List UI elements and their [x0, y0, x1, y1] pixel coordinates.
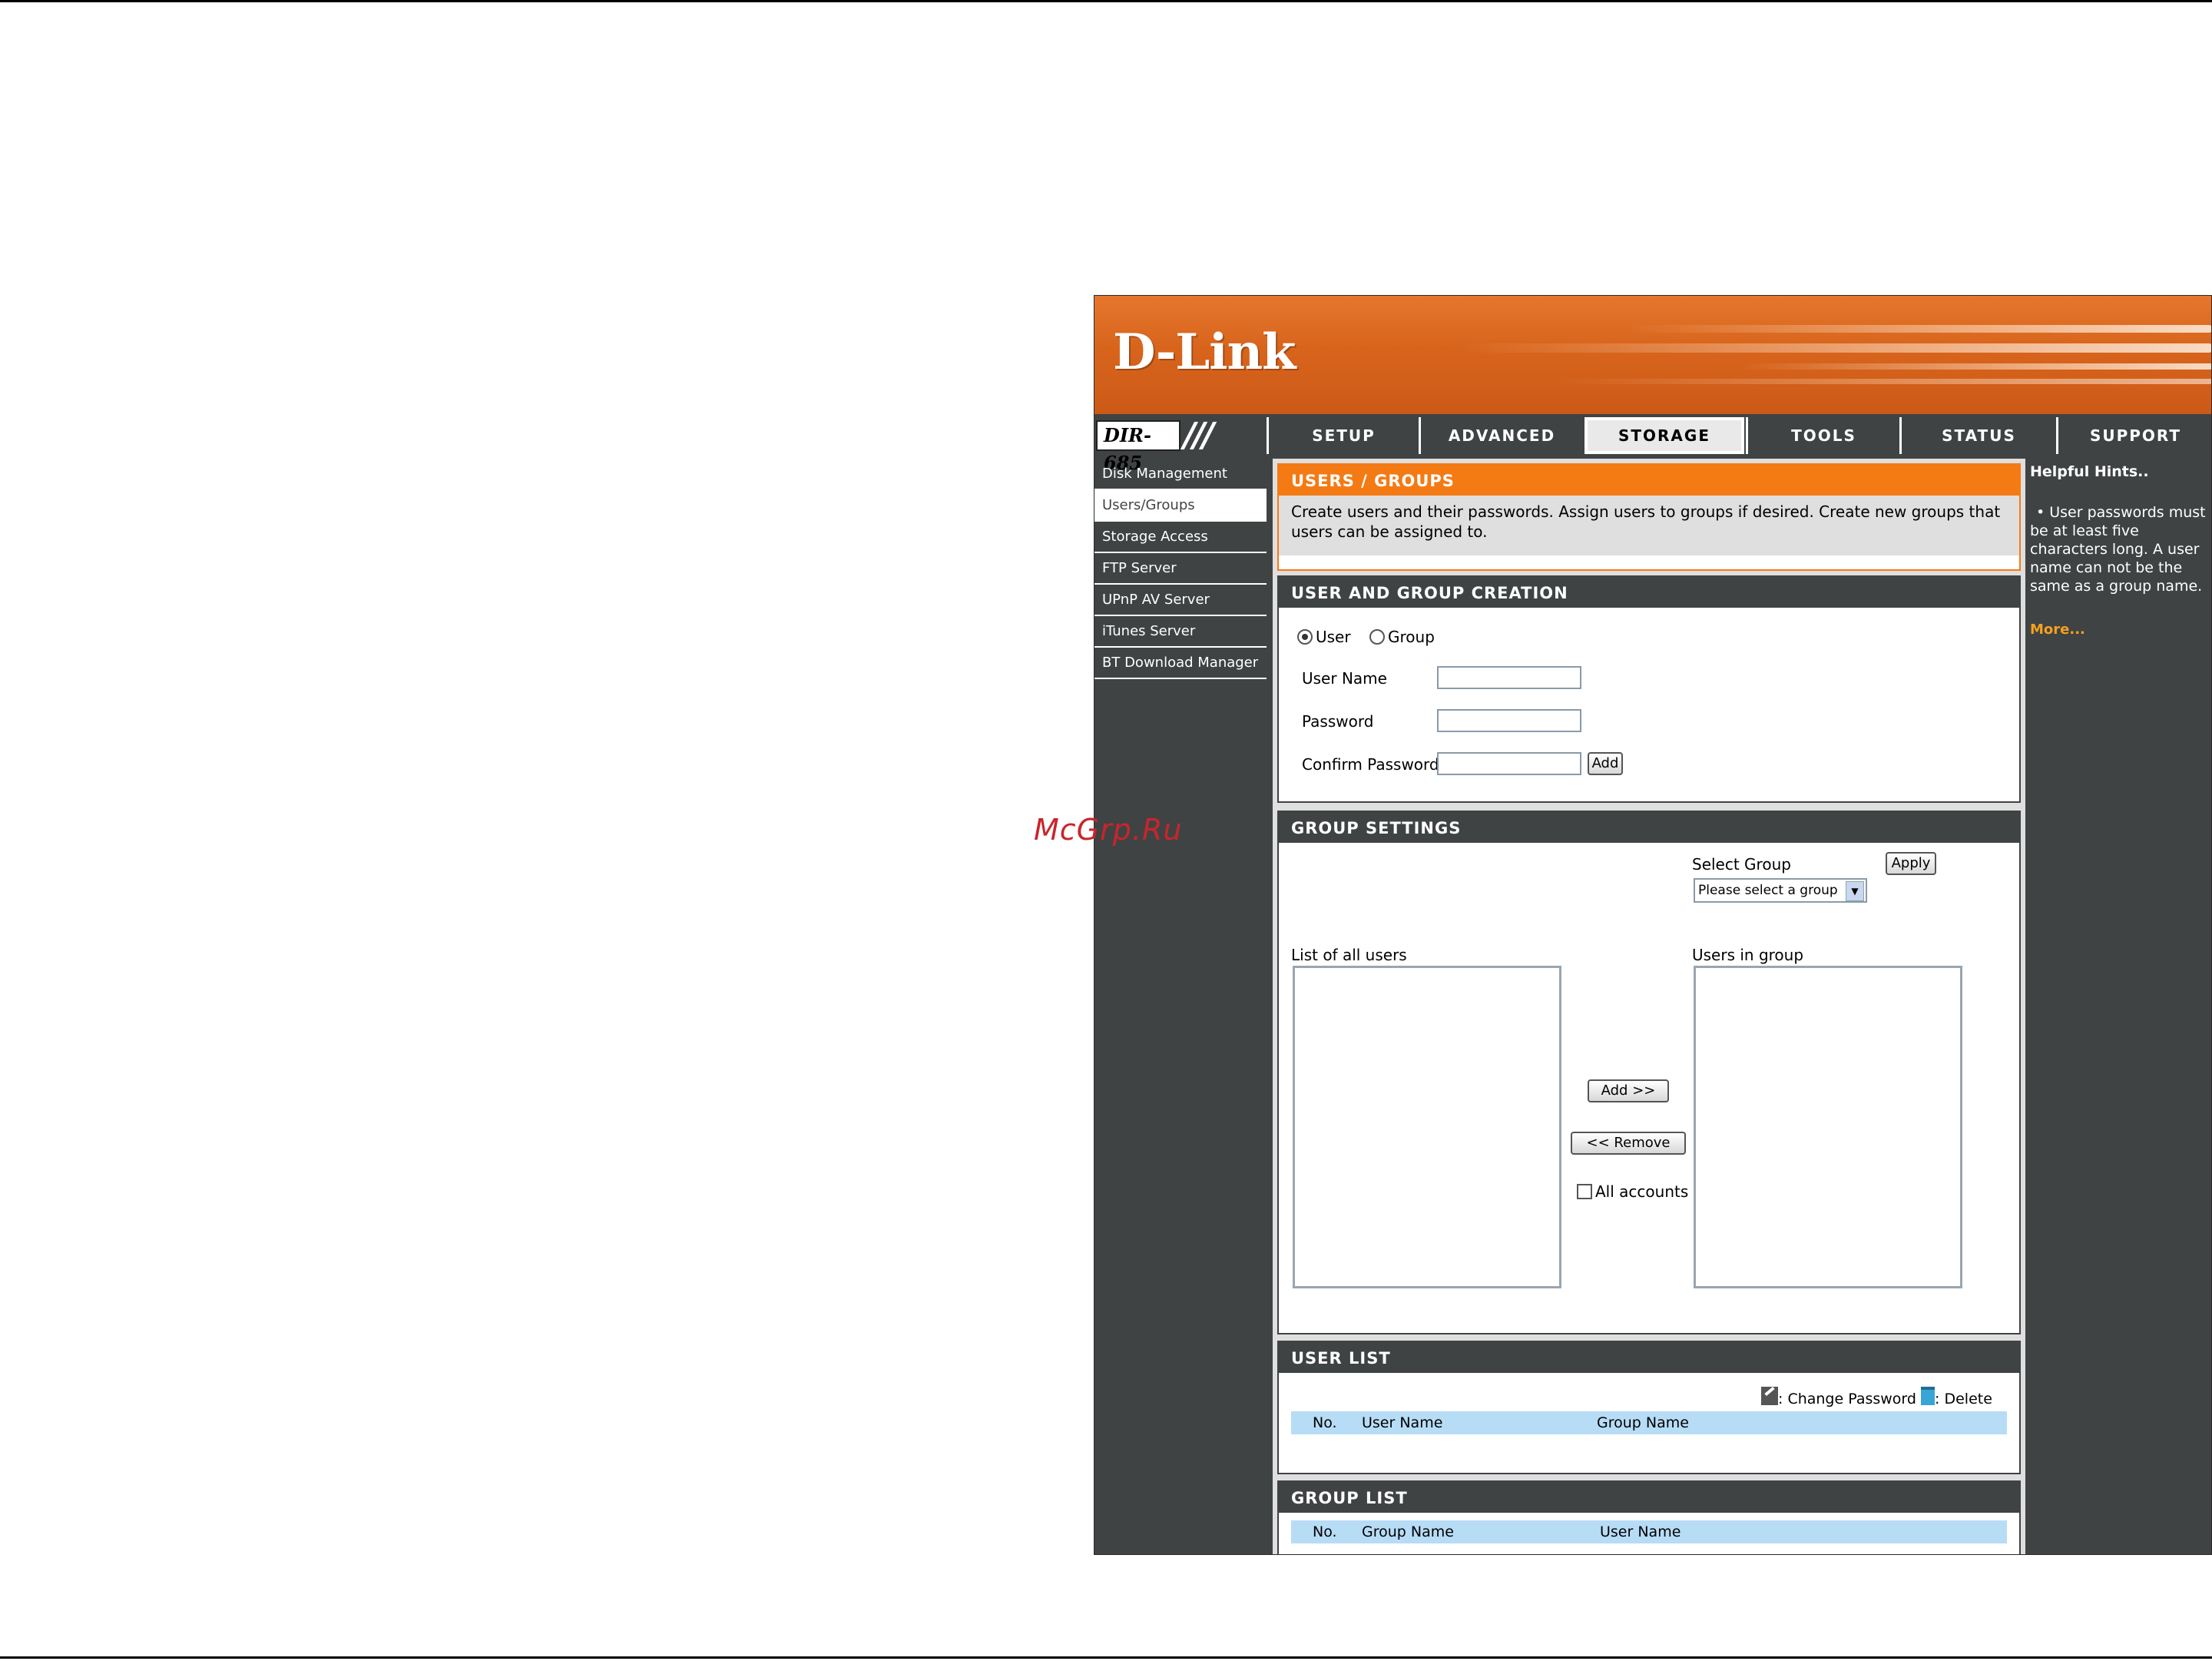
sidebar-item-users-groups[interactable]: Users/Groups — [1094, 490, 1267, 522]
radio-group[interactable] — [1369, 629, 1385, 645]
user-list-title: USER LIST — [1279, 1342, 2019, 1373]
watermark: McGrp.Ru — [1034, 813, 1183, 847]
tab-support[interactable]: SUPPORT — [2056, 417, 2211, 454]
model-badge: DIR-685 — [1096, 420, 1181, 474]
all-users-listbox[interactable] — [1293, 966, 1561, 1288]
hints-more-link[interactable]: More... — [2030, 622, 2211, 638]
add-user-button[interactable]: Add — [1588, 752, 1623, 775]
user-group-creation-panel: USER AND GROUP CREATION User Group User … — [1277, 575, 2021, 803]
password-label: Password — [1302, 712, 1374, 731]
chevron-down-icon: ▼ — [1846, 881, 1864, 901]
col-no: No. — [1313, 1414, 1337, 1431]
change-password-legend: : Change Password — [1778, 1391, 1916, 1407]
group-list-title: GROUP LIST — [1279, 1482, 2019, 1513]
sidebar-item-bt-download-manager[interactable]: BT Download Manager — [1094, 648, 1267, 679]
user-name-input[interactable] — [1437, 666, 1581, 689]
creation-title: USER AND GROUP CREATION — [1279, 577, 2019, 608]
tab-tools[interactable]: TOOLS — [1746, 417, 1899, 454]
intro-title: USERS / GROUPS — [1279, 465, 2019, 496]
hints-title: Helpful Hints.. — [2030, 463, 2149, 480]
select-group-dropdown[interactable]: Please select a group ▼ — [1694, 878, 1867, 903]
confirm-password-label: Confirm Password — [1302, 755, 1439, 774]
apply-button[interactable]: Apply — [1886, 852, 1936, 875]
sidebar-item-itunes-server[interactable]: iTunes Server — [1094, 616, 1267, 648]
users-in-group-label: Users in group — [1692, 946, 1804, 964]
user-list-panel: USER LIST : Change Password : Delete No.… — [1277, 1341, 2021, 1474]
all-accounts-checkbox[interactable] — [1577, 1184, 1592, 1199]
model-slashes: /// — [1184, 416, 1214, 455]
delete-legend: : Delete — [1935, 1391, 1992, 1407]
tab-advanced[interactable]: ADVANCED — [1419, 417, 1583, 454]
password-input[interactable] — [1437, 709, 1581, 732]
radio-user-label: User — [1316, 628, 1351, 646]
user-list-header: No. User Name Group Name — [1291, 1411, 2007, 1434]
radio-group-label: Group — [1388, 628, 1435, 646]
change-password-icon — [1761, 1387, 1778, 1405]
header-banner: D-Link — [1094, 296, 2211, 414]
col-group-name: Group Name — [1362, 1523, 1454, 1540]
sidebar-item-ftp-server[interactable]: FTP Server — [1094, 553, 1267, 585]
router-admin-screenshot: D-Link DIR-685 /// SETUP ADVANCED STORAG… — [1094, 295, 2212, 1555]
group-settings-title: GROUP SETTINGS — [1279, 812, 2019, 843]
hints-body: User passwords must be at least five cha… — [2030, 504, 2206, 595]
tab-storage[interactable]: STORAGE — [1584, 417, 1744, 454]
hints-text: • User passwords must be at least five ch… — [2030, 503, 2211, 595]
dlink-logo: D-Link — [1113, 323, 1296, 381]
sidebar-item-storage-access[interactable]: Storage Access — [1094, 522, 1267, 553]
users-in-group-listbox[interactable] — [1694, 966, 1962, 1288]
bottom-rule — [0, 1656, 2212, 1659]
top-rule — [0, 0, 2212, 2]
all-users-label: List of all users — [1291, 946, 1407, 964]
group-settings-panel: GROUP SETTINGS Select Group Apply Please… — [1277, 811, 2021, 1334]
group-list-header: No. Group Name User Name — [1291, 1520, 2007, 1543]
col-user-name: User Name — [1362, 1414, 1443, 1431]
radio-user[interactable] — [1297, 629, 1313, 645]
sidebar-item-disk-management[interactable]: Disk Management — [1094, 459, 1267, 490]
tab-setup[interactable]: SETUP — [1267, 417, 1419, 454]
user-list-legend: : Change Password : Delete — [1761, 1387, 1992, 1407]
tab-status[interactable]: STATUS — [1899, 417, 2056, 454]
col-no: No. — [1313, 1523, 1337, 1540]
helpful-hints-sidebar: Helpful Hints.. • User passwords must be … — [2030, 459, 2211, 1554]
hints-bullet: • — [2036, 504, 2045, 521]
select-group-label: Select Group — [1692, 855, 1791, 874]
add-to-group-button[interactable]: Add >> — [1588, 1079, 1669, 1102]
intro-text: Create users and their passwords. Assign… — [1279, 496, 2019, 555]
col-user-name: User Name — [1600, 1523, 1681, 1540]
top-navigation: DIR-685 /// SETUP ADVANCED STORAGE TOOLS… — [1094, 414, 2211, 474]
select-group-value: Please select a group — [1698, 883, 1838, 898]
col-group-name: Group Name — [1597, 1414, 1689, 1431]
group-list-panel: GROUP LIST No. Group Name User Name — [1277, 1480, 2021, 1554]
confirm-password-input[interactable] — [1437, 752, 1581, 775]
remove-from-group-button[interactable]: << Remove — [1571, 1132, 1686, 1155]
intro-panel: USERS / GROUPS Create users and their pa… — [1277, 463, 2021, 571]
sidebar: Disk Management Users/Groups Storage Acc… — [1094, 459, 1267, 679]
all-accounts-label: All accounts — [1595, 1182, 1689, 1201]
sidebar-item-upnp-av-server[interactable]: UPnP AV Server — [1094, 585, 1267, 616]
user-name-label: User Name — [1302, 669, 1387, 688]
main-content: USERS / GROUPS Create users and their pa… — [1273, 459, 2025, 1554]
delete-icon — [1921, 1387, 1936, 1405]
